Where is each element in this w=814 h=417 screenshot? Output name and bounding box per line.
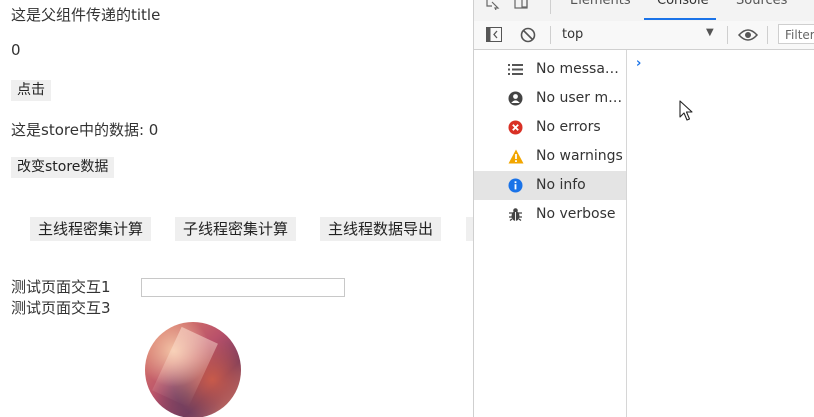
toolbar-divider <box>550 26 551 44</box>
devtools-tabbar: Elements Console Sources <box>474 0 814 22</box>
info-icon <box>508 178 523 193</box>
avatar-image <box>145 322 241 417</box>
sidebar-item-label: No warnings <box>536 148 623 164</box>
sidebar-item-label: No errors <box>536 119 601 135</box>
partial-button[interactable] <box>466 217 473 241</box>
active-tab-indicator <box>644 18 716 20</box>
interaction-input[interactable] <box>141 278 345 297</box>
click-button[interactable]: 点击 <box>11 80 51 101</box>
sidebar-item-label: No messages <box>536 61 624 77</box>
devtools-panel: Elements Console Sources top ▼ Filter No… <box>473 0 814 417</box>
sidebar-item-user-messages[interactable]: No user me... <box>474 84 626 113</box>
inspect-icon[interactable] <box>486 0 502 12</box>
parent-title-text: 这是父组件传递的title <box>11 6 161 24</box>
clear-console-icon[interactable] <box>520 27 536 47</box>
toolbar-divider-2 <box>727 26 728 44</box>
console-prompt[interactable]: › <box>636 56 641 71</box>
error-icon <box>508 120 523 135</box>
chevron-down-icon[interactable]: ▼ <box>706 27 714 38</box>
interaction-label-1: 测试页面交互1 <box>11 278 111 296</box>
console-toolbar: top ▼ Filter <box>474 21 814 50</box>
change-store-button[interactable]: 改变store数据 <box>11 157 115 178</box>
sidebar-item-warnings[interactable]: No warnings <box>474 142 626 171</box>
sidebar-item-errors[interactable]: No errors <box>474 113 626 142</box>
sidebar-item-messages[interactable]: No messages <box>474 55 626 84</box>
main-thread-export-button[interactable]: 主线程数据导出 <box>320 217 442 241</box>
tab-sources[interactable]: Sources <box>736 0 787 8</box>
counter-value: 0 <box>11 41 21 59</box>
interaction-label-3: 测试页面交互3 <box>11 299 111 317</box>
sidebar-item-label: No info <box>536 177 586 193</box>
list-icon <box>508 62 523 77</box>
context-selector[interactable]: top <box>562 27 583 42</box>
app-page: 这是父组件传递的title 0 点击 这是store中的数据: 0 改变stor… <box>0 0 473 417</box>
warning-icon <box>508 149 524 164</box>
filter-input[interactable]: Filter <box>778 24 814 44</box>
toolbar-divider-3 <box>767 26 768 44</box>
eye-icon[interactable] <box>737 27 759 46</box>
bug-icon <box>508 207 523 222</box>
worker-thread-compute-button[interactable]: 子线程密集计算 <box>175 217 297 241</box>
sidebar-item-verbose[interactable]: No verbose <box>474 200 626 229</box>
store-data-text: 这是store中的数据: 0 <box>11 121 159 139</box>
console-sidebar: No messages No user me... No errors No w… <box>474 50 627 417</box>
toggle-sidebar-icon[interactable] <box>486 27 502 46</box>
main-thread-compute-button[interactable]: 主线程密集计算 <box>30 217 152 241</box>
tabbar-divider <box>550 0 551 14</box>
sidebar-item-label: No verbose <box>536 206 616 222</box>
tab-elements[interactable]: Elements <box>570 0 631 8</box>
device-toolbar-icon[interactable] <box>514 0 532 12</box>
tab-console[interactable]: Console <box>657 0 709 8</box>
mouse-cursor-icon <box>679 100 693 126</box>
sidebar-item-label: No user me... <box>536 90 624 106</box>
sidebar-item-info[interactable]: No info <box>474 171 626 200</box>
user-icon <box>508 91 523 106</box>
